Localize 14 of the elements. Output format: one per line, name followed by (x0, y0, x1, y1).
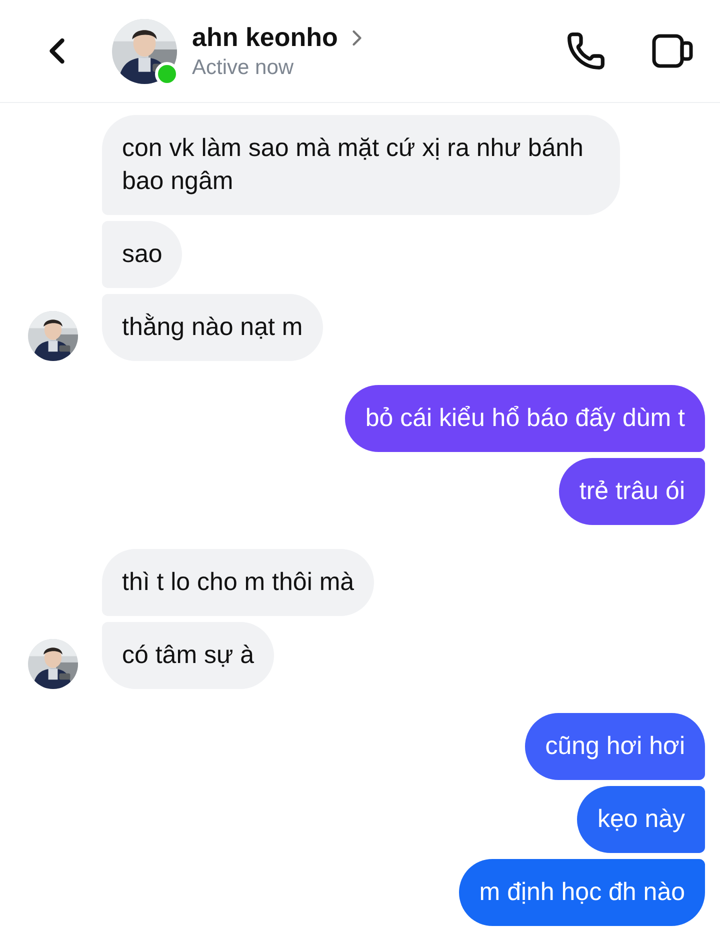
received-message: con vk làm sao mà mặt cứ xị ra như bánh bao ngâm (102, 115, 620, 215)
received-message: sao (102, 221, 182, 288)
received-message: thì t lo cho m thôi mà (102, 549, 374, 616)
phone-icon[interactable] (566, 31, 606, 71)
sent-message: kẹo này (577, 786, 705, 853)
received-message: thằng nào nạt m (102, 294, 323, 361)
contact-name[interactable]: ahn keonho (192, 22, 338, 53)
sent-message: m định học đh nào (459, 859, 705, 926)
sent-message: bỏ cái kiểu hổ báo đấy dùm t (345, 385, 705, 452)
active-status: Active now (192, 56, 295, 80)
received-message: có tâm sự à (102, 622, 274, 689)
video-camera-icon[interactable] (652, 34, 694, 68)
sent-message: cũng hơi hơi (525, 713, 705, 780)
sent-message: trẻ trâu ói (559, 458, 705, 525)
